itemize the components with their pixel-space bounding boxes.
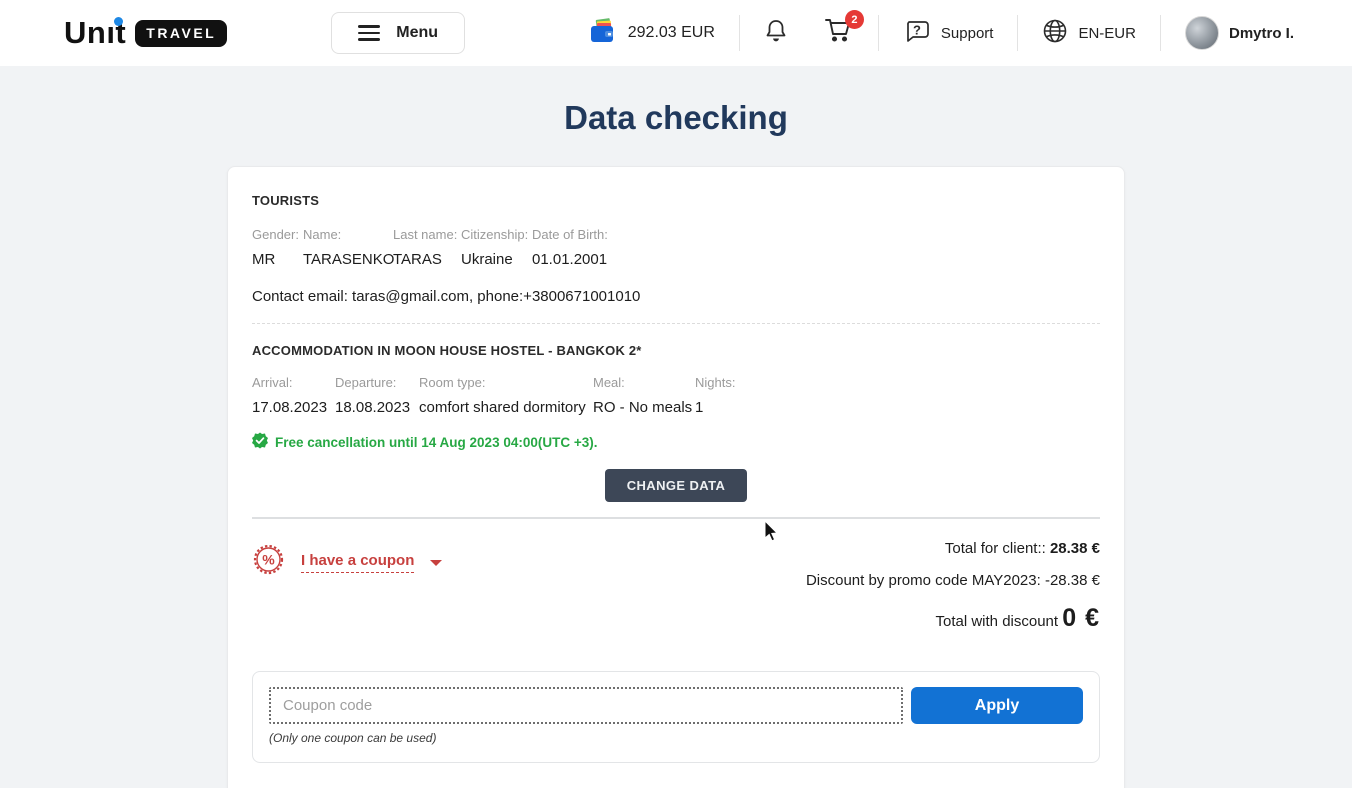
column-header: Arrival: bbox=[252, 375, 335, 399]
booking-card: TOURISTS Gender: Name: Last name: Citize… bbox=[227, 166, 1125, 788]
meal-type: RO - No meals bbox=[593, 399, 695, 416]
chevron-down-icon bbox=[430, 560, 442, 566]
logo-travel-badge: TRAVEL bbox=[135, 20, 227, 47]
user-menu[interactable]: Dmytro I. bbox=[1185, 16, 1294, 50]
coupon-toggle-label: I have a coupon bbox=[301, 552, 414, 573]
support-label: Support bbox=[941, 25, 994, 42]
coupon-toggle[interactable]: % I have a coupon bbox=[252, 545, 442, 579]
column-header: Citizenship: bbox=[461, 227, 532, 251]
room-type: comfort shared dormitory bbox=[419, 399, 593, 416]
column-header: Meal: bbox=[593, 375, 695, 399]
arrival-date: 17.08.2023 bbox=[252, 399, 335, 416]
support-chat-icon: ? bbox=[903, 18, 931, 48]
coupon-code-input[interactable] bbox=[269, 687, 903, 724]
percent-seal-icon: % bbox=[252, 543, 285, 581]
globe-icon bbox=[1042, 18, 1068, 48]
column-header: Gender: bbox=[252, 227, 303, 251]
header-divider bbox=[739, 15, 740, 51]
column-header: Date of Birth: bbox=[532, 227, 1100, 251]
logo-text: Unıt bbox=[64, 15, 126, 51]
total-with-discount: Total with discount 0 € bbox=[806, 604, 1100, 633]
total-for-client: Total for client:: 28.38 € bbox=[806, 540, 1100, 557]
promo-discount: Discount by promo code MAY2023: -28.38 € bbox=[806, 572, 1100, 589]
nights-count: 1 bbox=[695, 399, 1100, 416]
column-header: Name: bbox=[303, 227, 393, 251]
logo-blue-dot bbox=[114, 17, 123, 26]
svg-text:?: ? bbox=[913, 23, 921, 38]
language-label: EN-EUR bbox=[1078, 25, 1136, 42]
tourist-citizenship: Ukraine bbox=[461, 251, 532, 268]
cart-button[interactable]: 2 bbox=[824, 17, 854, 49]
total-for-client-value: 28.38 € bbox=[1050, 540, 1100, 557]
accommodation-table: Arrival: Departure: Room type: Meal: Nig… bbox=[252, 375, 1100, 416]
totals-summary: Total for client:: 28.38 € Discount by p… bbox=[806, 540, 1100, 633]
tourist-dob: 01.01.2001 bbox=[532, 251, 1100, 268]
solid-separator bbox=[252, 517, 1100, 519]
cart-count-badge: 2 bbox=[845, 10, 864, 29]
departure-date: 18.08.2023 bbox=[335, 399, 419, 416]
tourist-last-name: TARAS bbox=[393, 251, 461, 268]
accommodation-section-title: ACCOMMODATION IN MOON HOUSE HOSTEL - BAN… bbox=[252, 343, 1100, 358]
support-button[interactable]: ? Support bbox=[903, 18, 994, 48]
column-header: Last name: bbox=[393, 227, 461, 251]
tourist-gender: MR bbox=[252, 251, 303, 268]
column-header: Departure: bbox=[335, 375, 419, 399]
svg-text:%: % bbox=[262, 552, 275, 568]
language-selector[interactable]: EN-EUR bbox=[1042, 18, 1136, 48]
logo[interactable]: Unıt TRAVEL bbox=[64, 15, 227, 51]
top-header: Unıt TRAVEL Menu 292.03 EUR bbox=[0, 0, 1352, 66]
promo-discount-value: -28.38 € bbox=[1045, 572, 1100, 589]
coupon-note: (Only one coupon can be used) bbox=[269, 731, 1083, 745]
column-header: Room type: bbox=[419, 375, 593, 399]
free-cancellation-note: Free cancellation until 14 Aug 2023 04:0… bbox=[252, 432, 1100, 452]
free-cancellation-text: Free cancellation until 14 Aug 2023 04:0… bbox=[275, 435, 597, 450]
shield-check-icon bbox=[252, 432, 268, 452]
header-divider bbox=[878, 15, 879, 51]
total-with-discount-value: 0 € bbox=[1062, 604, 1100, 632]
notifications-button[interactable] bbox=[764, 18, 788, 49]
tourists-section-title: TOURISTS bbox=[252, 193, 1100, 208]
coupon-box: Apply (Only one coupon can be used) bbox=[252, 671, 1100, 763]
user-name: Dmytro I. bbox=[1229, 25, 1294, 42]
apply-coupon-button[interactable]: Apply bbox=[911, 687, 1083, 724]
dashed-separator bbox=[252, 323, 1100, 324]
avatar bbox=[1185, 16, 1219, 50]
column-header: Nights: bbox=[695, 375, 1100, 399]
header-divider bbox=[1160, 15, 1161, 51]
hamburger-icon bbox=[358, 25, 380, 41]
header-right: 292.03 EUR 2 bbox=[588, 15, 1294, 51]
wallet-icon bbox=[588, 18, 618, 48]
change-data-button[interactable]: CHANGE DATA bbox=[605, 469, 748, 502]
contact-info: Contact email: taras@gmail.com, phone:+3… bbox=[252, 288, 1100, 305]
page-title: Data checking bbox=[0, 99, 1352, 137]
wallet-balance[interactable]: 292.03 EUR bbox=[588, 18, 715, 48]
menu-label: Menu bbox=[396, 24, 438, 42]
tourist-name: TARASENKO bbox=[303, 251, 393, 268]
wallet-amount: 292.03 EUR bbox=[628, 24, 715, 42]
menu-button[interactable]: Menu bbox=[331, 12, 465, 54]
tourists-table: Gender: Name: Last name: Citizenship: Da… bbox=[252, 227, 1100, 268]
header-divider bbox=[1017, 15, 1018, 51]
bell-icon bbox=[764, 18, 788, 49]
